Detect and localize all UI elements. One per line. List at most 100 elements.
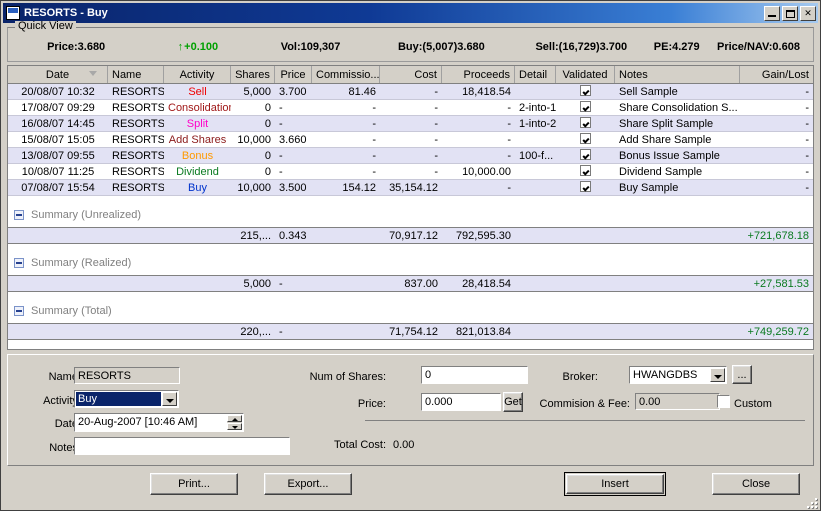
cell-activity: Split: [186, 118, 209, 130]
notes-field[interactable]: [74, 437, 290, 455]
summary-group-header[interactable]: Summary (Unrealized): [8, 202, 813, 228]
cell-commission: -: [372, 150, 376, 162]
cell-notes: Bonus Issue Sample: [619, 150, 720, 162]
window-system-icon[interactable]: [6, 6, 20, 20]
cell-shares: 0: [264, 150, 271, 162]
broker-select[interactable]: HWANGDBS: [629, 366, 727, 384]
table-row[interactable]: 15/08/07 15:05 RESORTS Add Shares 10,000 3.6…: [8, 132, 813, 148]
cell-proceeds: 10,000.00: [462, 166, 511, 178]
cell-activity: Add Shares: [168, 134, 227, 146]
grid-column-header[interactable]: Gain/Lost: [740, 66, 813, 83]
grid-column-header[interactable]: Shares: [231, 66, 275, 83]
grid-column-header[interactable]: Proceeds: [442, 66, 515, 83]
cell-validated[interactable]: [556, 180, 615, 195]
summary-commission: 837.00: [404, 278, 438, 290]
summary-shares: 5,000: [243, 278, 271, 290]
spinner-up-icon[interactable]: [227, 415, 242, 422]
cell-validated[interactable]: [556, 164, 615, 179]
resize-grip[interactable]: [806, 497, 818, 509]
cell-validated[interactable]: [556, 116, 615, 131]
grid-column-header[interactable]: Cost: [380, 66, 442, 83]
summary-blank: [515, 276, 556, 291]
broker-browse-button[interactable]: ...: [732, 365, 752, 384]
summary-blank: [312, 324, 380, 339]
table-row[interactable]: 16/08/07 14:45 RESORTS Split 0- - - -1-into-2 S…: [8, 116, 813, 132]
name-label: Name:: [48, 371, 81, 383]
quick-view-price-nav: Price/NAV:0.608: [717, 41, 800, 53]
cell-date: 07/08/07 15:54: [21, 182, 95, 194]
chevron-down-icon[interactable]: [710, 368, 725, 382]
cell-validated[interactable]: [556, 148, 615, 163]
checkmark-icon: [580, 117, 591, 128]
form-divider: [365, 420, 805, 421]
collapse-minus-icon[interactable]: [14, 257, 24, 268]
grid-column-header[interactable]: Notes: [615, 66, 740, 83]
grid-column-header[interactable]: Price: [275, 66, 312, 83]
quick-view-price: Price:3.680: [47, 41, 106, 53]
print-button[interactable]: Print...: [150, 473, 238, 495]
grid-column-header[interactable]: Name: [108, 66, 164, 83]
date-spinner[interactable]: [227, 415, 242, 430]
activity-select[interactable]: Buy: [74, 390, 179, 408]
summary-blank: [515, 324, 556, 339]
grid-column-header[interactable]: Commissio...: [312, 66, 380, 83]
table-row[interactable]: 17/08/07 09:29 RESORTS Consolidation 0- - - -2…: [8, 100, 813, 116]
window-titlebar[interactable]: RESORTS - Buy ✕: [3, 3, 818, 23]
table-row[interactable]: 10/08/07 11:25 RESORTS Dividend 0- - -10,000.…: [8, 164, 813, 180]
cell-gain: -: [805, 166, 809, 178]
notes-label: Notes:: [49, 442, 81, 454]
summary-blank: [164, 324, 231, 339]
sort-descending-icon: [89, 71, 97, 76]
summary-blank: [164, 276, 231, 291]
grid-column-header[interactable]: Validated: [556, 66, 615, 83]
collapse-minus-icon[interactable]: [14, 305, 24, 316]
cell-name: RESORTS: [112, 118, 164, 130]
grid-column-header[interactable]: Activity: [164, 66, 231, 83]
close-button[interactable]: ✕: [800, 5, 816, 21]
cell-validated[interactable]: [556, 132, 615, 147]
commission-field: 0.00: [635, 393, 720, 410]
chevron-down-icon[interactable]: [162, 392, 177, 406]
date-value: 20-Aug-2007 [10:46 AM]: [78, 416, 198, 428]
summary-group-header[interactable]: Summary (Total): [8, 298, 813, 324]
grid-column-label: Detail: [519, 69, 548, 81]
grid-column-header[interactable]: Date: [8, 66, 108, 83]
summary-blank: [8, 324, 108, 339]
table-row[interactable]: 07/08/07 15:54 RESORTS Buy 10,000 3.500 154.1…: [8, 180, 813, 196]
cell-validated[interactable]: [556, 84, 615, 99]
cell-detail: 1-into-2: [519, 118, 556, 130]
quick-view-pe: PE:4.279: [653, 41, 700, 53]
cell-validated[interactable]: [556, 100, 615, 115]
summary-blank: [108, 324, 164, 339]
maximize-button[interactable]: [782, 5, 798, 21]
cell-shares: 0: [264, 102, 271, 114]
num-shares-input[interactable]: 0: [421, 366, 528, 384]
custom-checkbox[interactable]: [717, 395, 730, 408]
grid-column-label: Gain/Lost: [761, 69, 809, 81]
grid-column-label: Shares: [235, 69, 270, 81]
collapse-minus-icon[interactable]: [14, 209, 24, 220]
minimize-button[interactable]: [764, 5, 780, 21]
date-field[interactable]: 20-Aug-2007 [10:46 AM]: [74, 413, 244, 432]
spinner-down-icon[interactable]: [227, 423, 242, 430]
grid-column-label: Commissio...: [316, 69, 380, 81]
broker-selected-value: HWANGDBS: [633, 369, 698, 381]
cell-proceeds: -: [507, 134, 511, 146]
price-input[interactable]: 0.000: [421, 393, 501, 411]
summary-group-header[interactable]: Summary (Realized): [8, 250, 813, 276]
export-button[interactable]: Export...: [264, 473, 352, 495]
cell-notes: Share Split Sample: [619, 118, 714, 130]
close-dialog-button[interactable]: Close: [712, 473, 800, 495]
grid-column-header[interactable]: Detail: [515, 66, 556, 83]
cell-price: 3.500: [279, 182, 307, 194]
transactions-grid[interactable]: Date Name Activity Shares Price Commissio... C…: [7, 65, 814, 350]
quick-view-buy: Buy:(5,007)3.680: [397, 41, 485, 53]
cell-proceeds: -: [507, 150, 511, 162]
table-row[interactable]: 20/08/07 10:32 RESORTS Sell 5,000 3.700 81.46…: [8, 84, 813, 100]
insert-button[interactable]: Insert: [564, 472, 666, 496]
cell-cost: -: [434, 134, 438, 146]
table-row[interactable]: 13/08/07 09:55 RESORTS Bonus 0- - - -100-f... B…: [8, 148, 813, 164]
insert-button-label: Insert: [566, 474, 664, 494]
entry-form-panel: Name: RESORTS Activity: Buy Date: 20-Aug…: [7, 354, 814, 466]
quick-view-legend: Quick View: [15, 21, 76, 32]
